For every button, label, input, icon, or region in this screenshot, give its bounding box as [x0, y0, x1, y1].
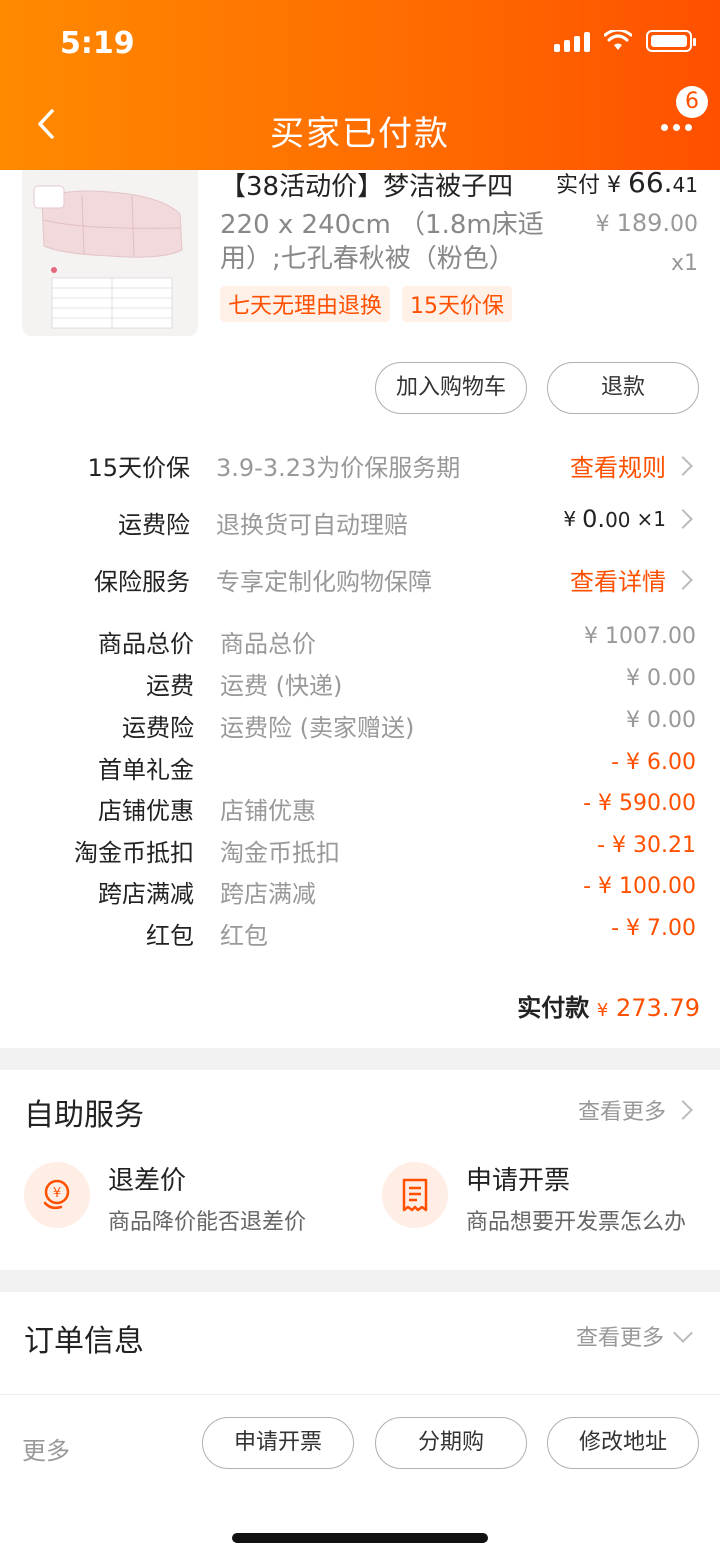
- change-address-button[interactable]: 修改地址: [547, 1417, 699, 1469]
- tag-price-protect: 15天价保: [402, 286, 513, 322]
- cost-row-first-order-gift: 首单礼金 - ¥ 6.00: [0, 750, 720, 790]
- cost-label: 店铺优惠: [98, 797, 194, 825]
- price-difference-refund-card[interactable]: ¥ 退差价 商品降价能否退差价: [24, 1160, 344, 1240]
- cost-label: 跨店满减: [98, 880, 194, 908]
- card-title: 申请开票: [466, 1166, 571, 1196]
- cost-desc: 运费险 (卖家赠送): [220, 714, 415, 742]
- cost-value: ¥ 0.00: [626, 666, 696, 691]
- card-desc: 商品降价能否退差价: [108, 1210, 307, 1235]
- service-desc: 退换货可自动理赔: [216, 511, 408, 539]
- price-protect-row[interactable]: 15天价保 3.9-3.23为价保服务期 查看规则: [0, 448, 720, 498]
- cost-desc: 红包: [220, 922, 268, 950]
- page-title: 买家已付款: [270, 114, 450, 154]
- chevron-right-icon: [673, 455, 693, 476]
- bottom-action-bar: 更多 申请开票 分期购 修改地址: [0, 1394, 720, 1559]
- cost-label: 红包: [146, 922, 194, 950]
- view-rules-link[interactable]: 查看规则: [570, 448, 693, 483]
- divider: [0, 1048, 720, 1070]
- status-time: 5:19: [60, 26, 135, 61]
- chevron-right-icon: [673, 509, 693, 529]
- battery-icon: [646, 30, 696, 52]
- service-desc: 专享定制化购物保障: [216, 568, 432, 596]
- product-price: 实付 ¥ 66.41 ¥ 189.00 x1: [556, 166, 698, 276]
- card-title: 退差价: [108, 1166, 187, 1196]
- shipping-insurance-row[interactable]: 运费险 退换货可自动理赔 ¥ 0.00 ×1: [0, 505, 720, 555]
- cost-desc: 运费 (快递): [220, 672, 343, 700]
- cost-desc: 淘金币抵扣: [220, 839, 340, 867]
- cost-label: 商品总价: [98, 630, 194, 658]
- order-detail-page: 5:19 买家已付款 6 【38活动价】梦洁被子四 220 x 240cm （1…: [0, 0, 720, 1559]
- view-details-link[interactable]: 查看详情: [570, 562, 693, 597]
- product-title[interactable]: 【38活动价】梦洁被子四: [220, 166, 513, 203]
- product-tags: 七天无理由退换 15天价保: [220, 286, 513, 322]
- cost-desc: 商品总价: [220, 630, 316, 658]
- svg-text:¥: ¥: [53, 1186, 61, 1201]
- message-count-badge: 6: [676, 86, 708, 118]
- total-label: 实付款: [517, 994, 590, 1022]
- status-icons: [554, 30, 696, 52]
- cost-row-taojinbi: 淘金币抵扣 淘金币抵扣 - ¥ 30.21: [0, 833, 720, 873]
- price-refund-icon: ¥: [24, 1162, 90, 1228]
- cost-desc: 店铺优惠: [220, 797, 316, 825]
- cost-row-shipping-insurance: 运费险 运费险 (卖家赠送) ¥ 0.00: [0, 708, 720, 748]
- cost-value: ¥ 0.00: [626, 708, 696, 733]
- chevron-down-icon: [673, 1323, 693, 1343]
- cost-value: ¥ 1007.00: [584, 624, 696, 649]
- service-label: 运费险: [118, 511, 190, 539]
- apply-invoice-card[interactable]: 申请开票 商品想要开发票怎么办: [382, 1160, 702, 1240]
- cost-row-subtotal: 商品总价 商品总价 ¥ 1007.00: [0, 624, 720, 664]
- cost-value: - ¥ 100.00: [583, 874, 696, 899]
- apply-invoice-button[interactable]: 申请开票: [202, 1417, 354, 1469]
- cost-row-red-packet: 红包 红包 - ¥ 7.00: [0, 916, 720, 956]
- service-label: 保险服务: [94, 568, 190, 596]
- cost-value: - ¥ 590.00: [583, 791, 696, 816]
- product-spec: 220 x 240cm （1.8m床适用）;七孔春秋被（粉色）: [220, 210, 544, 274]
- wifi-icon: [604, 30, 632, 50]
- cost-label: 运费险: [122, 714, 194, 742]
- cost-desc: 跨店满减: [220, 880, 316, 908]
- tag-return: 七天无理由退换: [220, 286, 391, 322]
- cost-label: 运费: [146, 672, 194, 700]
- signal-icon: [554, 30, 590, 52]
- card-desc: 商品想要开发票怎么办: [466, 1210, 687, 1235]
- self-service-title: 自助服务: [24, 1098, 144, 1133]
- order-info-see-more[interactable]: 查看更多: [576, 1320, 693, 1352]
- service-desc: 3.9-3.23为价保服务期: [216, 454, 461, 482]
- divider: [0, 1270, 720, 1292]
- product-quantity: x1: [670, 251, 698, 276]
- installment-button[interactable]: 分期购: [375, 1417, 527, 1469]
- cost-value: - ¥ 6.00: [611, 750, 696, 775]
- chevron-right-icon: [673, 569, 693, 590]
- cost-row-shipping: 运费 运费 (快递) ¥ 0.00: [0, 666, 720, 706]
- order-info-title: 订单信息: [24, 1324, 144, 1359]
- service-label: 15天价保: [87, 454, 190, 482]
- product-image[interactable]: [22, 160, 198, 336]
- shipping-insurance-value[interactable]: ¥ 0.00 ×1: [563, 505, 693, 533]
- insurance-service-row[interactable]: 保险服务 专享定制化购物保障 查看详情: [0, 562, 720, 612]
- cost-value: - ¥ 7.00: [611, 916, 696, 941]
- paid-price: 实付 ¥ 66.41: [556, 166, 698, 199]
- cost-label: 淘金币抵扣: [74, 839, 194, 867]
- self-service-see-more[interactable]: 查看更多: [578, 1094, 693, 1126]
- total-paid: 实付款 ¥ 273.79: [517, 994, 700, 1022]
- more-button[interactable]: 更多: [22, 1431, 70, 1466]
- home-indicator: [232, 1533, 488, 1543]
- cost-row-store-discount: 店铺优惠 店铺优惠 - ¥ 590.00: [0, 791, 720, 831]
- total-amount: 273.79: [616, 994, 700, 1022]
- cost-row-cross-store: 跨店满减 跨店满减 - ¥ 100.00: [0, 874, 720, 914]
- header: 5:19 买家已付款 6: [0, 0, 720, 170]
- cost-value: - ¥ 30.21: [597, 833, 696, 858]
- original-price: ¥ 189.00: [595, 209, 698, 237]
- cost-label: 首单礼金: [98, 756, 194, 784]
- chevron-right-icon: [673, 1100, 693, 1120]
- add-to-cart-button[interactable]: 加入购物车: [375, 362, 527, 414]
- refund-button[interactable]: 退款: [547, 362, 699, 414]
- invoice-icon: [382, 1162, 448, 1228]
- product-item[interactable]: 【38活动价】梦洁被子四 220 x 240cm （1.8m床适用）;七孔春秋被…: [0, 150, 720, 350]
